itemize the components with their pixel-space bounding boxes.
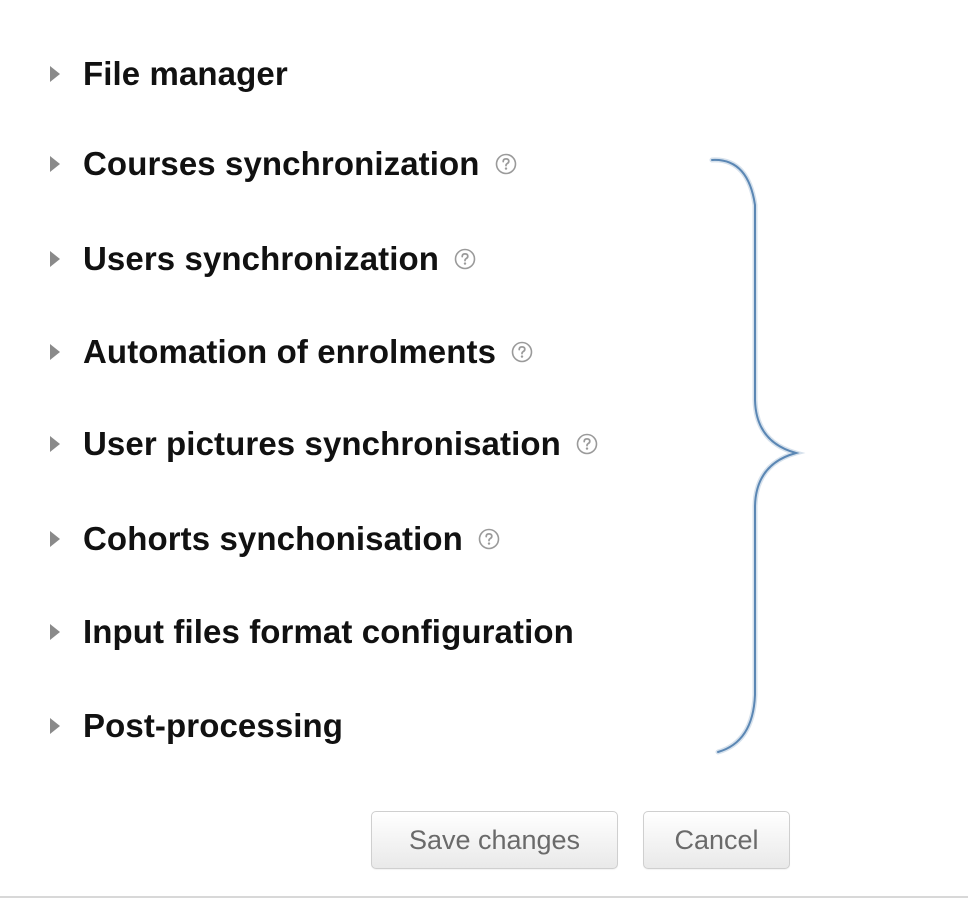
section-title: Input files format configuration: [83, 613, 574, 650]
section-cohorts-synchonisation[interactable]: Cohorts synchonisation: [50, 515, 501, 563]
section-title: Post-processing: [83, 707, 344, 744]
help-icon[interactable]: [453, 247, 477, 271]
section-title: Courses synchronization: [83, 145, 480, 182]
help-icon[interactable]: [477, 527, 501, 551]
caret-right-icon: [50, 251, 60, 267]
section-title: File manager: [83, 55, 288, 92]
section-post-processing[interactable]: Post-processing: [50, 702, 343, 750]
section-title: Cohorts synchonisation: [83, 520, 463, 557]
section-title: User pictures synchronisation: [83, 425, 561, 462]
section-input-files-format-configuration[interactable]: Input files format configuration: [50, 608, 574, 656]
caret-right-icon: [50, 531, 60, 547]
section-users-synchronization[interactable]: Users synchronization: [50, 235, 477, 283]
curly-brace-annotation: [709, 157, 806, 755]
caret-right-icon: [50, 624, 60, 640]
help-icon[interactable]: [510, 340, 534, 364]
section-courses-synchronization[interactable]: Courses synchronization: [50, 140, 518, 188]
cancel-button[interactable]: Cancel: [643, 811, 790, 869]
caret-right-icon: [50, 344, 60, 360]
caret-right-icon: [50, 66, 60, 82]
help-icon[interactable]: [575, 432, 599, 456]
section-title: Automation of enrolments: [83, 333, 497, 370]
caret-right-icon: [50, 436, 60, 452]
section-automation-of-enrolments[interactable]: Automation of enrolments: [50, 328, 534, 376]
caret-right-icon: [50, 156, 60, 172]
section-title: Users synchronization: [83, 240, 440, 277]
section-user-pictures-synchronisation[interactable]: User pictures synchronisation: [50, 420, 599, 468]
help-icon[interactable]: [494, 152, 518, 176]
section-file-manager[interactable]: File manager: [50, 50, 288, 98]
footer-divider: [0, 896, 968, 898]
save-changes-button[interactable]: Save changes: [371, 811, 618, 869]
caret-right-icon: [50, 718, 60, 734]
